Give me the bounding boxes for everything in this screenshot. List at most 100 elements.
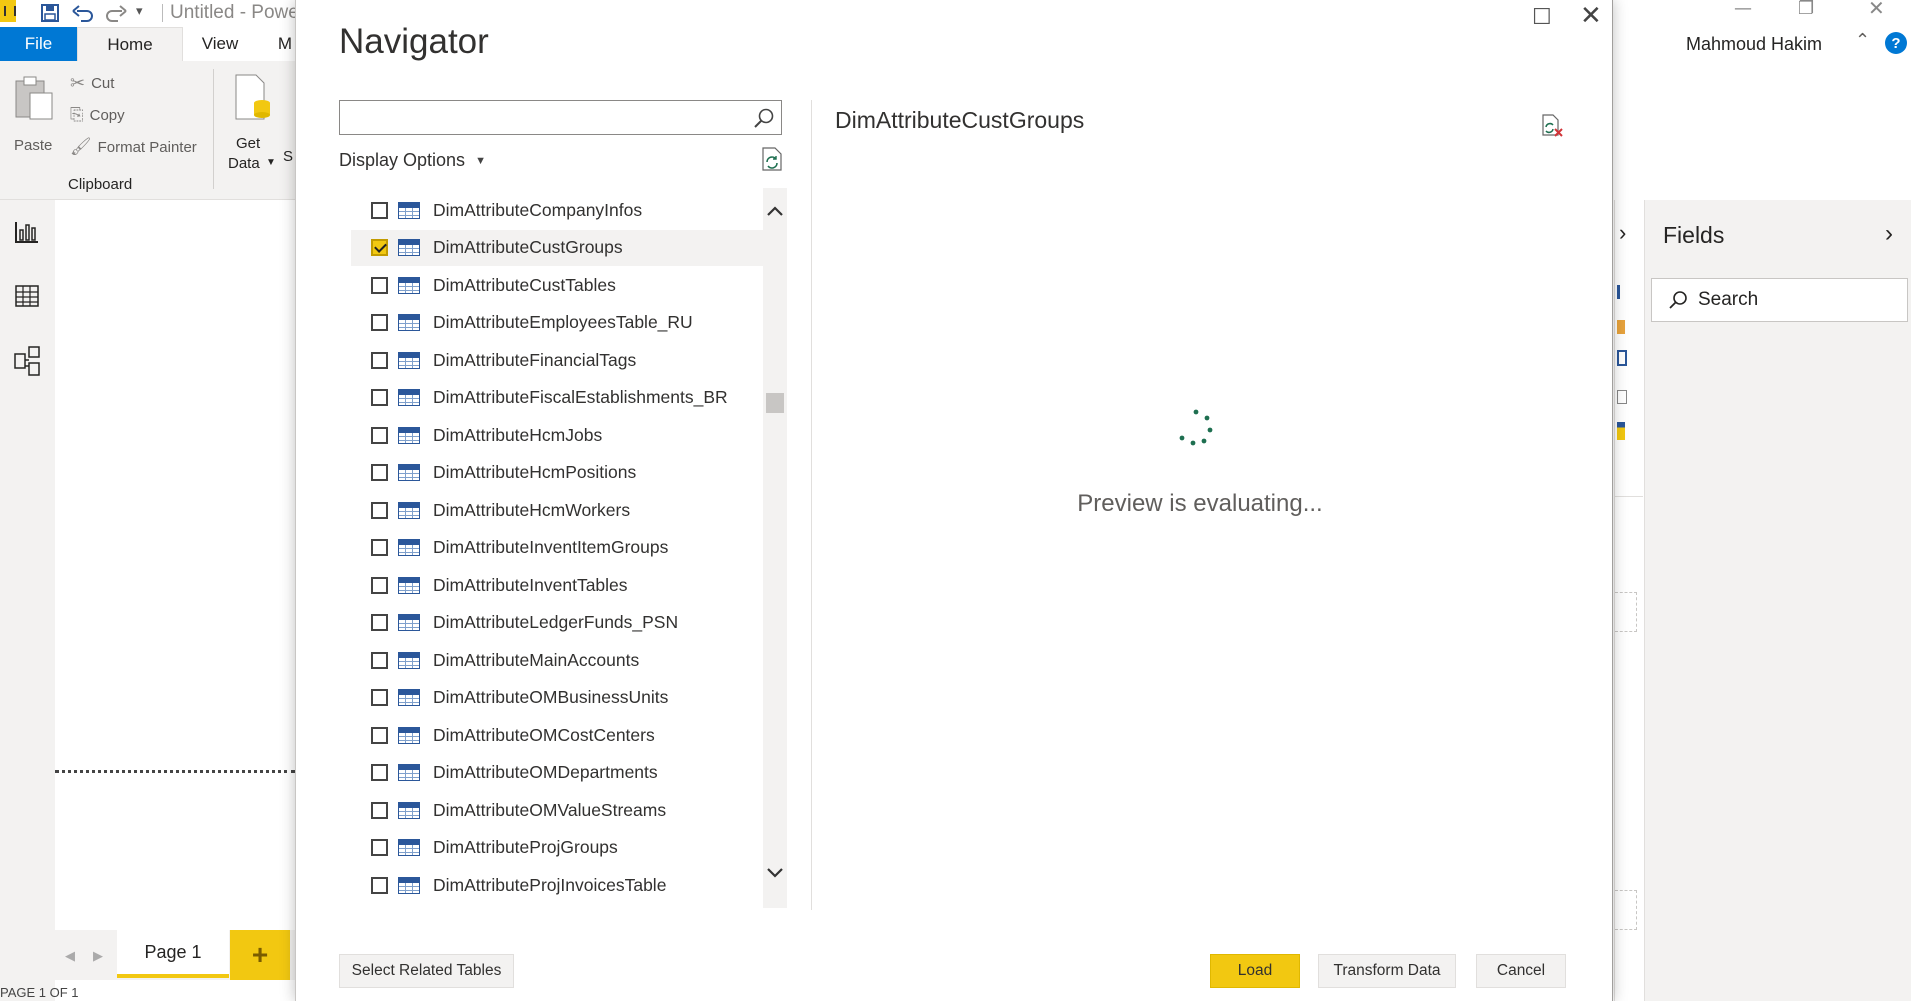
table-list-item[interactable]: DimAttributeHcmJobs — [351, 417, 763, 453]
checkbox[interactable] — [371, 576, 388, 594]
table-name: DimAttributeFiscalEstablishments_BR — [433, 387, 728, 407]
minimize-icon[interactable]: — — [1734, 0, 1752, 19]
select-related-tables-button[interactable]: Select Related Tables — [339, 954, 514, 988]
table-list-item[interactable]: DimAttributeLedgerFunds_PSN — [351, 605, 763, 641]
data-view-icon[interactable] — [14, 284, 40, 308]
checkbox[interactable] — [371, 389, 388, 406]
table-list-item[interactable]: DimAttributeOMValueStreams — [351, 792, 763, 828]
redo-icon[interactable] — [105, 4, 127, 22]
checkbox[interactable] — [371, 876, 388, 894]
refresh-preview-icon[interactable] — [1541, 113, 1563, 137]
checkbox[interactable] — [371, 276, 388, 294]
checkbox[interactable] — [371, 764, 388, 781]
paste-button[interactable]: Paste — [8, 73, 56, 163]
field-well[interactable] — [1615, 592, 1637, 632]
checkbox[interactable] — [371, 839, 388, 856]
page-tab-1[interactable]: Page 1 — [117, 930, 229, 978]
visualizations-pane-collapsed[interactable]: › — [1614, 200, 1643, 1001]
visual-icon[interactable] — [1617, 285, 1625, 299]
chevron-down-icon[interactable] — [766, 866, 784, 880]
table-list-item[interactable]: DimAttributeHcmPositions — [351, 455, 763, 491]
restore-icon[interactable]: ❐ — [1798, 0, 1814, 19]
fields-search-input[interactable]: Search — [1651, 278, 1908, 322]
checkbox[interactable] — [371, 614, 388, 631]
table-list-item[interactable]: DimAttributeOMCostCenters — [351, 717, 763, 753]
report-view-icon[interactable] — [14, 220, 40, 244]
checkbox[interactable] — [371, 201, 388, 219]
table-icon — [398, 426, 420, 444]
help-icon[interactable]: ? — [1885, 32, 1907, 54]
checkbox[interactable] — [371, 464, 388, 481]
tab-file[interactable]: File — [0, 27, 77, 61]
maximize-icon[interactable]: ☐ — [1532, 4, 1552, 30]
checkbox[interactable] — [371, 351, 388, 369]
cut-button[interactable]: ✂ Cut — [70, 73, 114, 94]
undo-icon[interactable] — [72, 4, 94, 22]
table-icon — [398, 726, 420, 744]
table-name: DimAttributeInventTables — [433, 574, 628, 595]
table-list-item[interactable]: DimAttributeHcmWorkers — [351, 492, 763, 528]
page-prev-icon[interactable]: ◀ — [65, 948, 75, 964]
table-list-item[interactable]: DimAttributeOMDepartments — [351, 755, 763, 791]
expand-visualizations-icon[interactable]: › — [1619, 220, 1626, 246]
chevron-up-icon[interactable] — [766, 204, 784, 218]
table-list-item[interactable]: DimAttributeCustGroups — [351, 229, 763, 266]
checkbox[interactable] — [371, 314, 388, 331]
checkbox[interactable] — [371, 801, 388, 819]
table-list-item[interactable]: DimAttributeOMBusinessUnits — [351, 680, 763, 716]
table-name: DimAttributeProjGroups — [433, 837, 618, 857]
table-list-item[interactable]: DimAttributeEmployeesTable_RU — [351, 305, 763, 341]
table-list-item[interactable]: DimAttributeCompanyInfos — [351, 192, 763, 228]
navigator-dialog: Navigator ☐ ✕ Display Options ▼ DimAttri… — [295, 0, 1613, 1001]
table-icon — [398, 651, 420, 669]
collapse-fields-icon[interactable]: › — [1885, 220, 1893, 248]
field-well[interactable] — [1615, 890, 1637, 930]
format-painter-button[interactable]: 🖌 Format Painter — [70, 137, 197, 157]
add-page-button[interactable]: + — [230, 930, 290, 980]
customize-toolbar-icon[interactable]: ▾ — [136, 4, 143, 19]
close-icon[interactable]: ✕ — [1580, 0, 1602, 31]
copy-button[interactable]: ⎘ Copy — [70, 105, 125, 125]
table-list-item[interactable]: DimAttributeFiscalEstablishments_BR — [351, 380, 763, 416]
tree-scrollbar[interactable] — [763, 188, 787, 908]
collapse-ribbon-icon[interactable]: ⌃ — [1855, 30, 1870, 51]
page-next-icon[interactable]: ▶ — [93, 948, 103, 964]
table-name: DimAttributeHcmPositions — [433, 462, 637, 482]
tab-view[interactable]: View — [190, 27, 250, 61]
visual-icon[interactable] — [1617, 350, 1627, 366]
model-view-icon[interactable] — [14, 346, 40, 376]
table-list-item[interactable]: DimAttributeInventItemGroups — [351, 530, 763, 566]
cancel-button[interactable]: Cancel — [1476, 954, 1566, 988]
visual-icon[interactable] — [1617, 390, 1627, 404]
table-list-item[interactable]: DimAttributeProjGroups — [351, 830, 763, 866]
tab-home[interactable]: Home — [77, 27, 183, 61]
save-icon[interactable] — [40, 3, 60, 23]
transform-data-button[interactable]: Transform Data — [1318, 954, 1456, 988]
get-data-button[interactable]: Get Data ▼ — [226, 73, 276, 173]
checkbox[interactable] — [371, 539, 388, 556]
user-name[interactable]: Mahmoud Hakim — [1686, 34, 1822, 55]
table-list-item[interactable]: DimAttributeFinancialTags — [351, 342, 763, 378]
table-list-item[interactable]: DimAttributeMainAccounts — [351, 642, 763, 678]
window-close-icon[interactable]: ✕ — [1868, 0, 1885, 20]
checkbox[interactable] — [371, 501, 388, 519]
checkbox[interactable] — [371, 426, 388, 444]
table-list-item[interactable]: DimAttributeInventTables — [351, 567, 763, 603]
navigator-search-input[interactable] — [339, 100, 782, 135]
tab-modeling[interactable]: M — [275, 27, 295, 61]
visual-icon[interactable] — [1617, 320, 1625, 334]
checkbox[interactable] — [371, 689, 388, 706]
table-list-item[interactable]: DimAttributeCustTables — [351, 267, 763, 303]
checkbox[interactable] — [371, 651, 388, 669]
display-options-dropdown[interactable]: Display Options ▼ — [339, 150, 486, 171]
table-name: DimAttributeCompanyInfos — [433, 199, 643, 220]
visual-icon[interactable] — [1617, 422, 1625, 440]
table-list-item[interactable]: DimAttributeProjInvoicesTable — [351, 867, 763, 903]
checkbox-checked[interactable] — [371, 239, 388, 256]
scroll-thumb[interactable] — [766, 393, 784, 413]
report-canvas[interactable] — [55, 200, 295, 1001]
load-button[interactable]: Load — [1210, 954, 1300, 988]
refresh-icon[interactable] — [761, 146, 783, 172]
checkbox[interactable] — [371, 726, 388, 744]
search-icon[interactable] — [753, 107, 775, 129]
